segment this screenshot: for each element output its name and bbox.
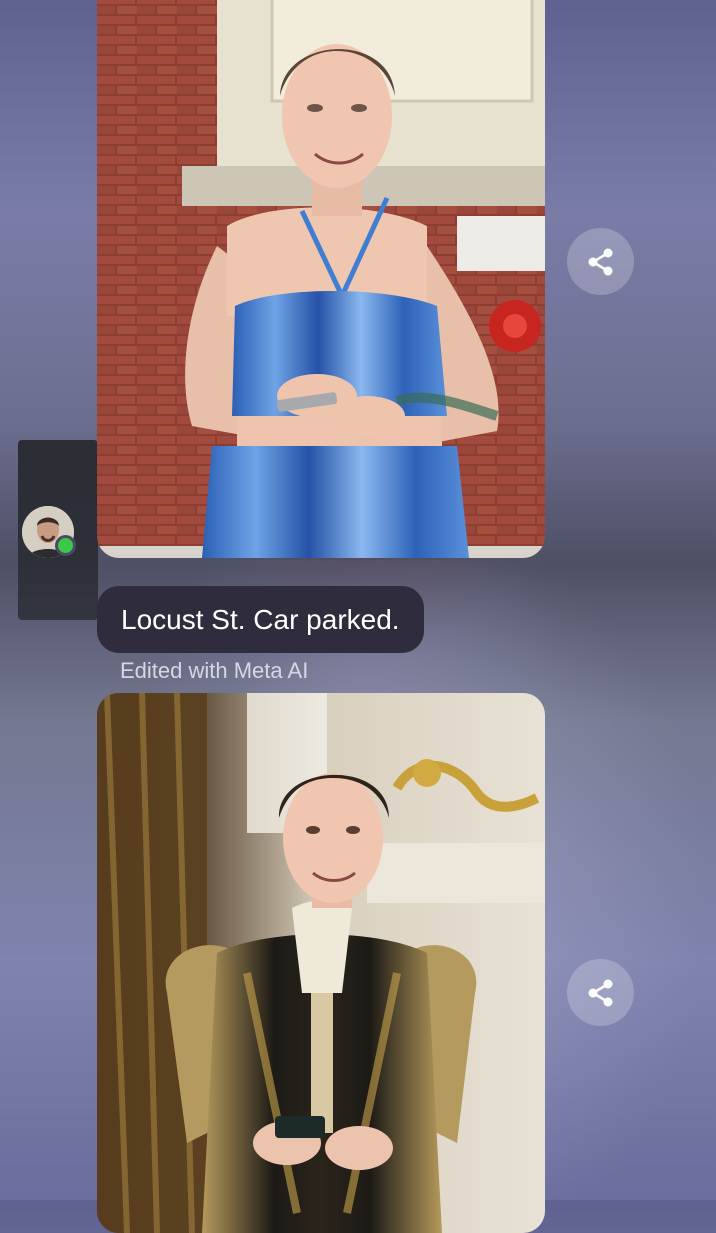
sender-avatar[interactable] (22, 506, 76, 558)
online-status-icon (55, 535, 76, 556)
share-button[interactable] (567, 959, 634, 1026)
photo-message-edited[interactable] (97, 693, 545, 1233)
edited-portrait-image (97, 693, 545, 1233)
share-button[interactable] (567, 228, 634, 295)
share-icon (588, 979, 612, 1006)
message-bubble[interactable]: Locust St. Car parked. (97, 586, 424, 653)
message-text: Locust St. Car parked. (121, 603, 400, 635)
share-icon (588, 248, 612, 275)
photo-message-original[interactable] (97, 0, 545, 558)
street-photo-image (97, 0, 545, 558)
edited-with-meta-ai-label: Edited with Meta AI (120, 658, 309, 683)
